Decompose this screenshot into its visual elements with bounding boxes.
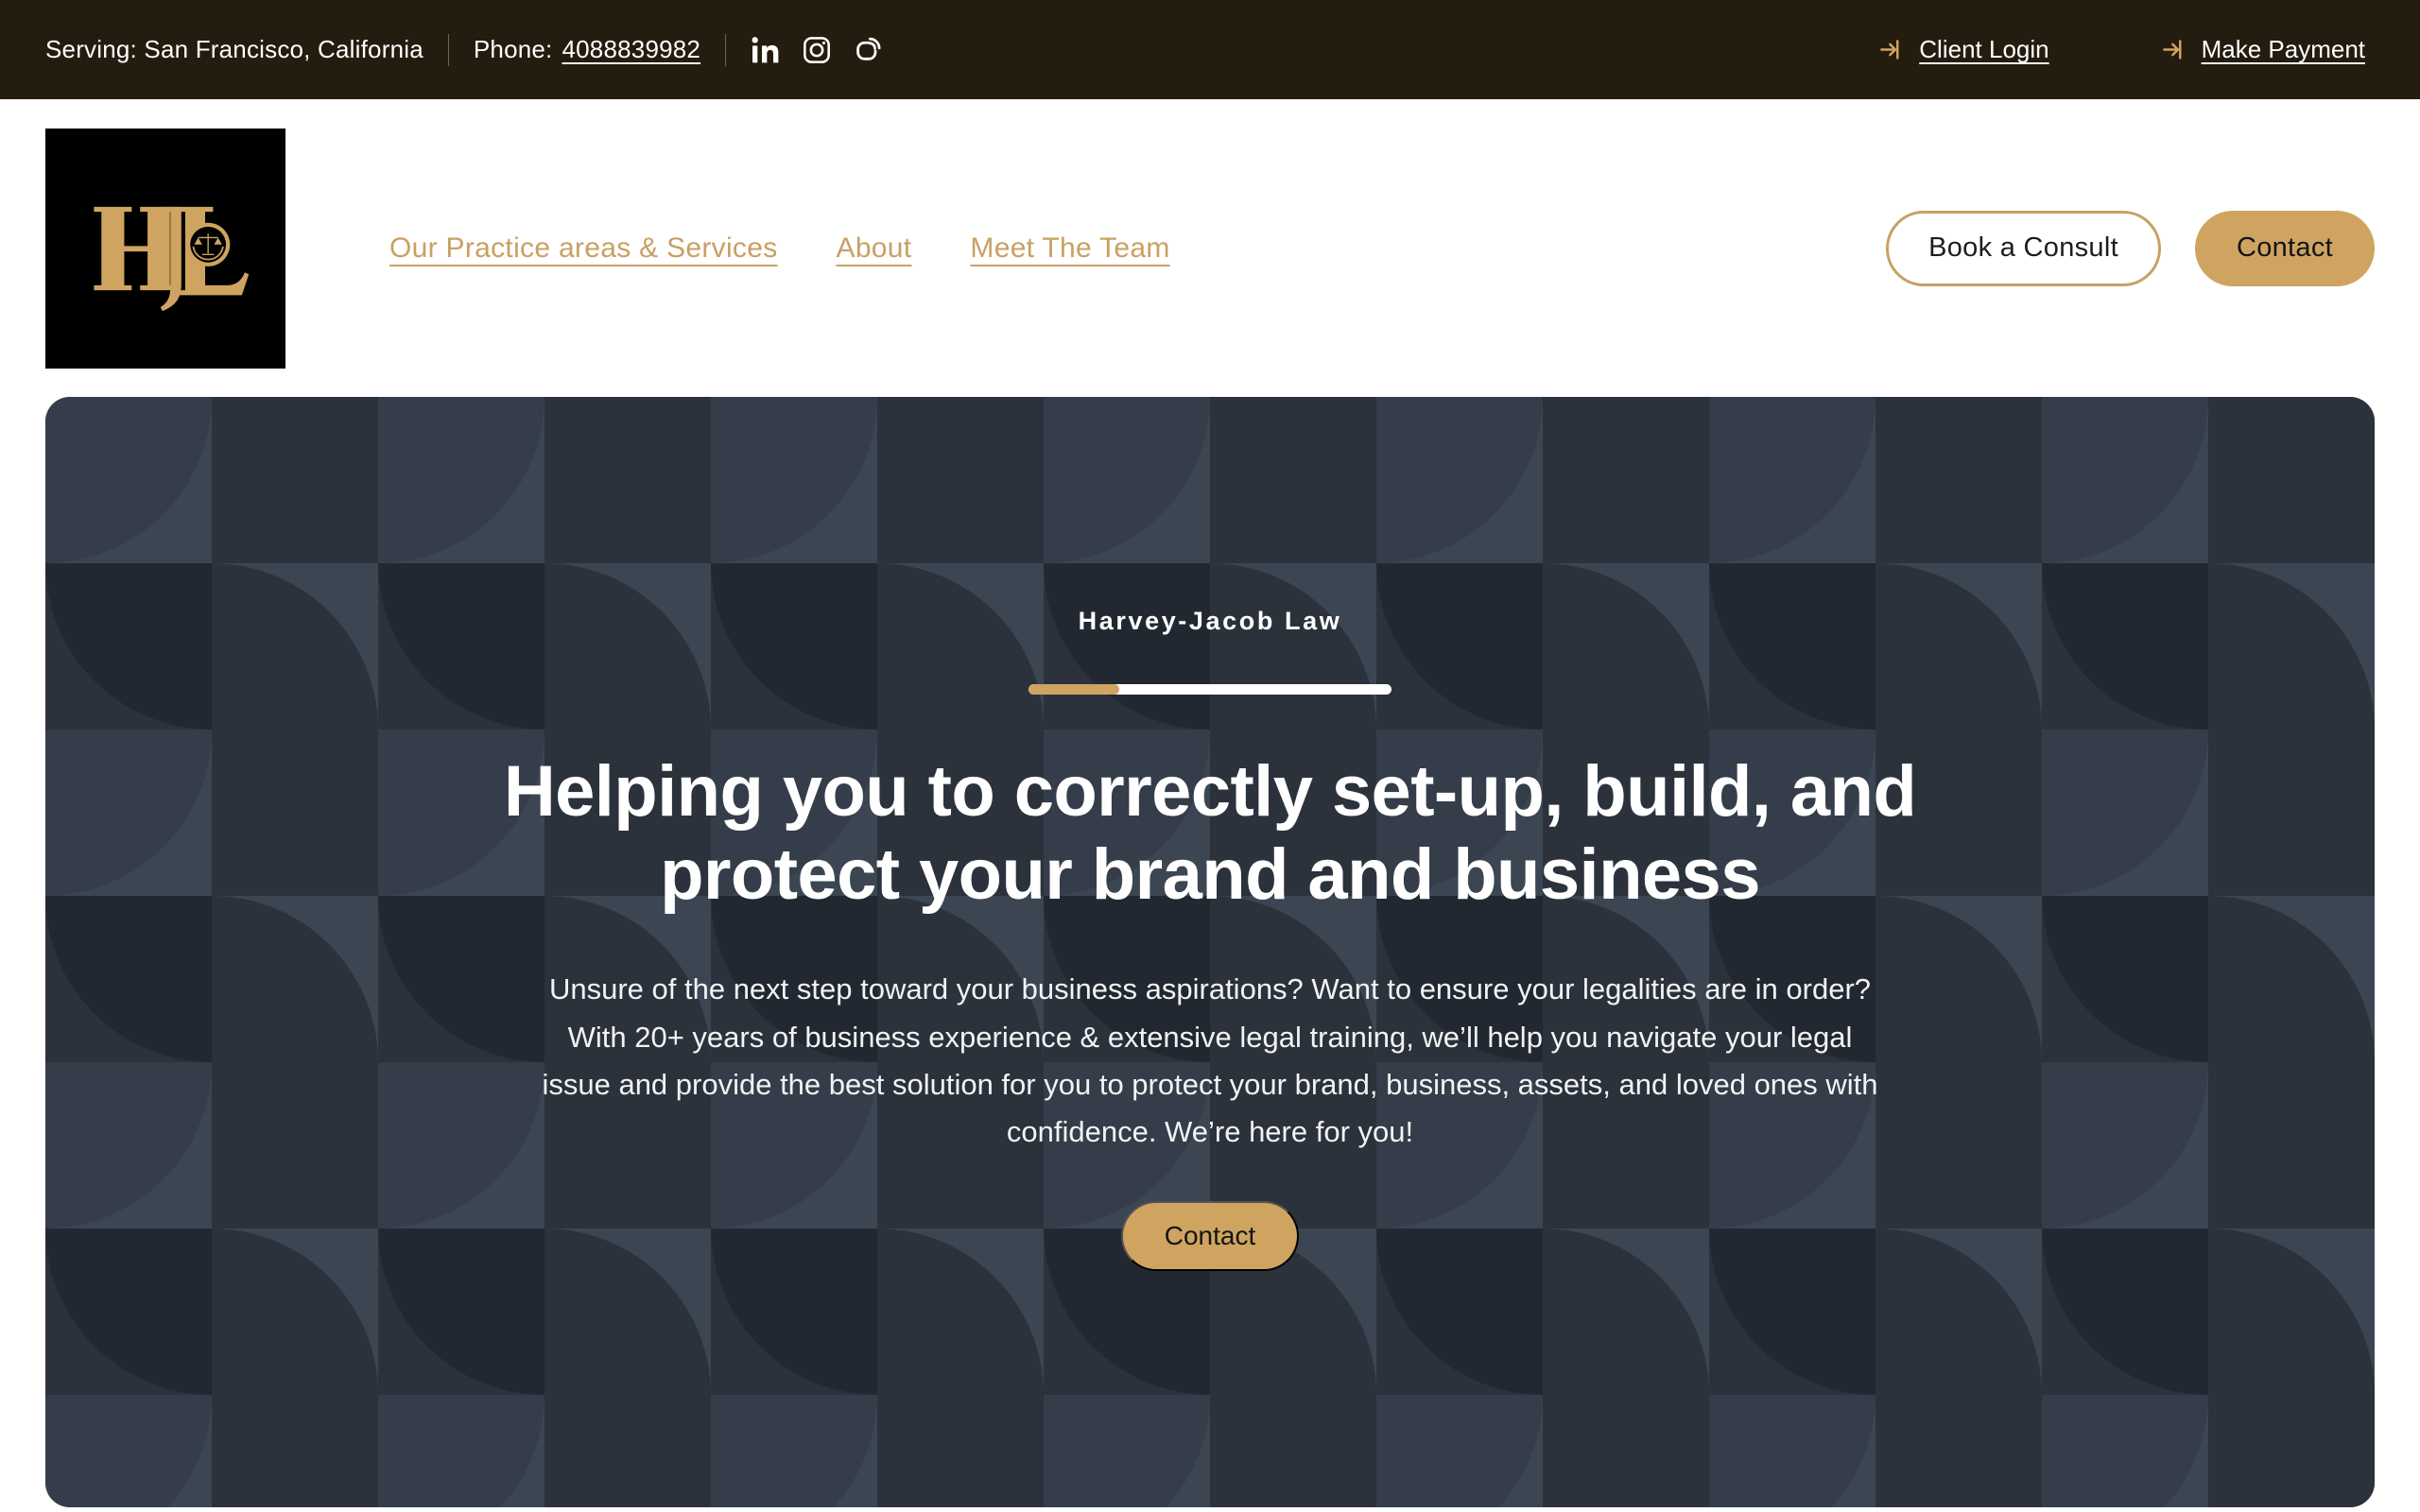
nav-item-about[interactable]: About: [837, 232, 912, 265]
instagram-icon[interactable]: [802, 35, 832, 65]
utility-top-bar: Serving: San Francisco, California Phone…: [0, 0, 2420, 99]
linkedin-icon[interactable]: [751, 35, 781, 65]
book-a-consult-button[interactable]: Book a Consult: [1886, 210, 2161, 286]
social-links: [751, 35, 883, 65]
header-contact-button[interactable]: Contact: [2194, 210, 2375, 286]
hero-progress-bar: [1028, 684, 1392, 695]
phone-label: Phone:: [473, 35, 553, 63]
divider: [725, 33, 727, 66]
topbar-left-group: Serving: San Francisco, California Phone…: [45, 33, 883, 66]
divider: [447, 33, 449, 66]
site-header: Our Practice areas & Services About Meet…: [0, 99, 2420, 397]
hjl-monogram-icon: [94, 206, 250, 311]
serving-location-text: Serving: San Francisco, California: [45, 35, 424, 63]
hero-wrapper: Harvey-Jacob Law Helping you to correctl…: [0, 397, 2420, 1507]
hero-eyebrow: Harvey-Jacob Law: [1078, 607, 1342, 635]
hero-title: Helping you to correctly set-up, build, …: [503, 751, 1917, 916]
site-logo[interactable]: [45, 128, 285, 369]
phone-number-link[interactable]: 4088839982: [562, 35, 700, 64]
client-login-link[interactable]: Client Login: [1878, 35, 2049, 64]
hero-content: Harvey-Jacob Law Helping you to correctl…: [45, 397, 2375, 1507]
blogger-icon[interactable]: [853, 35, 883, 65]
hero-description: Unsure of the next step toward your busi…: [542, 972, 1878, 1148]
hero-contact-button[interactable]: Contact: [1120, 1201, 1300, 1272]
make-payment-link[interactable]: Make Payment: [2161, 35, 2365, 64]
primary-navigation: Our Practice areas & Services About Meet…: [389, 232, 1229, 265]
nav-item-meet-the-team[interactable]: Meet The Team: [970, 232, 1169, 265]
topbar-right-group: Client Login Make Payment: [1878, 35, 2375, 64]
client-login-label: Client Login: [1919, 35, 2049, 63]
login-arrow-icon: [1878, 37, 1904, 62]
nav-item-practice-areas[interactable]: Our Practice areas & Services: [389, 232, 778, 265]
hero-section: Harvey-Jacob Law Helping you to correctl…: [45, 397, 2375, 1507]
login-arrow-icon: [2161, 37, 2187, 62]
header-cta-group: Book a Consult Contact: [1886, 210, 2375, 286]
hero-progress-fill: [1028, 684, 1119, 695]
make-payment-label: Make Payment: [2201, 35, 2365, 63]
